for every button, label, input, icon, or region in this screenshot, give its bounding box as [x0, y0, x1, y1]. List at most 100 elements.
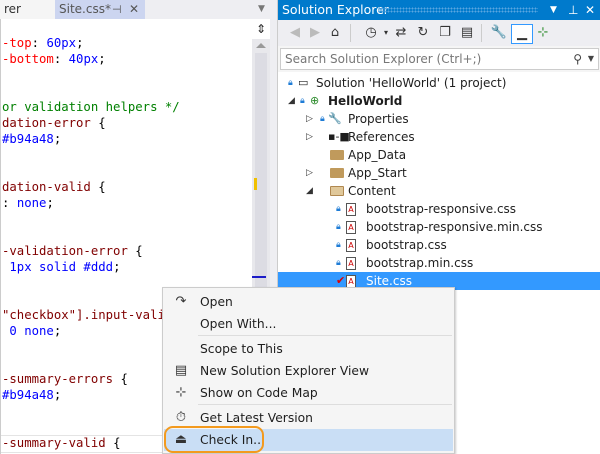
- code-token: {: [113, 436, 121, 450]
- expand-arrow-icon[interactable]: ▷: [306, 164, 313, 182]
- code-token: 40px: [68, 52, 99, 66]
- expand-arrow-icon[interactable]: ▷: [306, 110, 313, 128]
- code-token: none: [16, 196, 47, 210]
- pin-icon[interactable]: ⊥: [568, 0, 578, 20]
- scroll-up-arrow-icon[interactable]: [256, 43, 266, 48]
- back-icon[interactable]: ◀: [286, 24, 304, 42]
- code-token: :: [2, 196, 17, 210]
- search-icon[interactable]: ⚲: [573, 49, 582, 69]
- lock-icon: 🔒︎: [288, 78, 293, 88]
- collapse-arrow-icon[interactable]: ◢: [288, 92, 295, 110]
- refresh-icon[interactable]: ↻: [414, 24, 432, 42]
- tree-item[interactable]: 🔒︎ Abootstrap.min.css: [278, 254, 600, 272]
- close-icon[interactable]: ✕: [585, 0, 595, 20]
- expand-arrow-icon[interactable]: ▷: [306, 128, 313, 146]
- tree-item[interactable]: 🔒︎ Abootstrap-responsive.min.css: [278, 218, 600, 236]
- collapse-all-icon[interactable]: ❐: [436, 24, 454, 42]
- context-menu-item[interactable]: Open With...: [164, 313, 453, 335]
- collapse-arrow-icon[interactable]: ◢: [306, 182, 313, 200]
- code-line: 0 none;: [2, 323, 180, 339]
- web-project-icon: ⊕: [310, 94, 320, 107]
- search-options-dropdown-icon[interactable]: ▼: [588, 49, 594, 69]
- tree-item[interactable]: ◢ Content: [278, 182, 600, 200]
- code-token: -summary-errors: [2, 372, 121, 386]
- close-icon[interactable]: ✕: [129, 0, 139, 19]
- tree-item[interactable]: ▷ ▪-■ References: [278, 128, 600, 146]
- code-line: : none;: [2, 195, 180, 211]
- search-placeholder: Search Solution Explorer (Ctrl+;): [285, 52, 482, 66]
- tree-item[interactable]: 🔒︎ Abootstrap-responsive.css: [278, 200, 600, 218]
- code-line: "checkbox"].input-valid: [2, 307, 180, 323]
- context-menu-item[interactable]: ▤ New Solution Explorer View: [164, 360, 453, 382]
- code-token: -validation-error: [2, 244, 136, 258]
- code-token: "checkbox"].input-valid: [2, 308, 173, 322]
- solution-icon: ▭: [298, 76, 309, 89]
- pin-icon[interactable]: ⊣: [112, 0, 122, 19]
- code-token: -top: [2, 36, 32, 50]
- tree-item[interactable]: ◢ 🔒︎ ⊕ HelloWorld: [278, 92, 600, 110]
- tree-item[interactable]: ▷ App_Start: [278, 164, 600, 182]
- tab-previous-document[interactable]: rer: [0, 0, 55, 19]
- preview-selected-items-icon[interactable]: ▁: [511, 24, 533, 44]
- document-tab-strip: rer Site.css* ⊣ ✕ ▼: [0, 0, 270, 19]
- change-marker: [254, 178, 257, 190]
- code-line: dation-valid {: [2, 179, 180, 195]
- code-token: dation-valid: [2, 180, 99, 194]
- split-window-icon[interactable]: ⇕: [252, 19, 270, 39]
- code-lines: -top: 60px; -bottom: 40px; or validation h…: [2, 35, 180, 451]
- tree-item[interactable]: App_Data: [278, 146, 600, 164]
- code-map-icon[interactable]: ⊹: [534, 24, 552, 42]
- code-token: #b94a48: [2, 132, 54, 146]
- context-menu: ⏏ Check In... ⏱ Get Latest Version ⊹ Show on …: [162, 287, 455, 454]
- show-all-files-icon[interactable]: ▤: [458, 24, 476, 42]
- tree-item-label: App_Data: [348, 148, 407, 162]
- code-map-icon: ⊹: [175, 385, 187, 400]
- code-token: 60px: [46, 36, 77, 50]
- tree-item-label: App_Start: [348, 166, 407, 180]
- tab-site-css[interactable]: Site.css* ⊣ ✕: [55, 0, 145, 19]
- code-line: -summary-errors {: [2, 371, 180, 387]
- references-icon: ▪-■: [328, 130, 350, 143]
- window-menu-icon[interactable]: ▼: [550, 0, 557, 20]
- tree-item[interactable]: 🔒︎ ▭ Solution 'HelloWorld' (1 project): [278, 74, 600, 92]
- code-token: dation-error: [2, 116, 99, 130]
- properties-wrench-icon[interactable]: 🔧: [490, 24, 508, 42]
- toolbar-separator: [481, 24, 482, 42]
- code-line: -validation-error {: [2, 243, 180, 259]
- lock-icon: 🔒︎: [336, 258, 341, 268]
- code-token: #b94a48: [2, 388, 54, 402]
- code-token: :: [31, 36, 47, 50]
- panel-title: Solution Explorer: [282, 2, 389, 17]
- tree-item-label: bootstrap-responsive.min.css: [366, 220, 543, 234]
- new-view-icon: ▤: [174, 363, 188, 378]
- menu-item-label: New Solution Explorer View: [200, 364, 370, 378]
- search-solution-explorer-input[interactable]: Search Solution Explorer (Ctrl+;) ⚲ ▼: [280, 48, 599, 70]
- tab-dropdown-icon[interactable]: ▼: [258, 0, 265, 19]
- drag-grip[interactable]: [378, 7, 538, 13]
- code-token: ;: [53, 324, 62, 338]
- code-token: ;: [53, 132, 62, 146]
- context-menu-item[interactable]: ⊹ Show on Code Map: [164, 382, 453, 404]
- css-file-icon: A: [346, 218, 356, 236]
- context-menu-item[interactable]: Scope to This: [164, 338, 453, 360]
- wrench-icon: 🔧: [328, 112, 342, 125]
- code-token: ;: [113, 260, 121, 274]
- code-line: or validation helpers */: [2, 99, 180, 115]
- forward-icon[interactable]: ▶: [306, 24, 324, 42]
- home-icon[interactable]: ⌂: [326, 24, 344, 42]
- tree-item[interactable]: ▷ 🔒︎ 🔧 Properties: [278, 110, 600, 128]
- sync-icon[interactable]: ⇄: [392, 24, 410, 42]
- css-file-icon: A: [346, 254, 356, 272]
- tree-item-label: Solution 'HelloWorld' (1 project): [316, 76, 507, 90]
- code-token: 0 none: [2, 324, 54, 338]
- tree-item[interactable]: 🔒︎ Abootstrap.css: [278, 236, 600, 254]
- caret-marker: [252, 276, 266, 278]
- context-menu-item[interactable]: ↷ Open: [164, 291, 453, 313]
- code-token: {: [98, 180, 106, 194]
- tab-label: rer: [4, 2, 21, 16]
- lock-icon: 🔒︎: [320, 114, 325, 124]
